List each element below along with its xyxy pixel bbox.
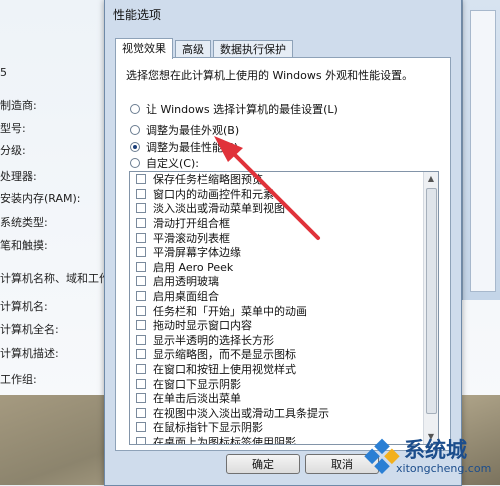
effect-label: 平滑屏幕字体边缘: [153, 246, 241, 260]
effect-checkbox[interactable]: [136, 188, 146, 199]
radio-best-appearance[interactable]: 调整为最佳外观(B): [130, 122, 239, 138]
effect-checkbox[interactable]: [136, 276, 146, 287]
effect-label: 淡入淡出或滑动菜单到视图: [153, 202, 285, 216]
background-label: 笔和触摸:: [0, 239, 48, 252]
effect-list-item[interactable]: 启用 Aero Peek: [130, 260, 422, 275]
effect-label: 显示半透明的选择长方形: [153, 333, 274, 347]
ok-button[interactable]: 确定: [226, 454, 300, 474]
effect-list-item[interactable]: 显示缩略图，而不是显示图标: [130, 347, 422, 362]
effect-checkbox[interactable]: [136, 364, 146, 375]
radio-label: 让 Windows 选择计算机的最佳设置(L): [146, 103, 338, 116]
effect-label: 启用桌面组合: [153, 290, 219, 304]
effect-list-item[interactable]: 滑动打开组合框: [130, 216, 422, 231]
effect-list-item[interactable]: 保存任务栏缩略图预览: [130, 172, 422, 187]
effect-label: 平滑滚动列表框: [153, 231, 230, 245]
radio-button[interactable]: [130, 104, 140, 114]
watermark-url: xitongcheng.com: [396, 462, 492, 475]
effect-list-item[interactable]: 任务栏和「开始」菜单中的动画: [130, 303, 422, 318]
effect-list-item[interactable]: 显示半透明的选择长方形: [130, 333, 422, 348]
effect-label: 在窗口和按钮上使用视觉样式: [153, 363, 296, 377]
effect-checkbox[interactable]: [136, 349, 146, 360]
effect-checkbox[interactable]: [136, 407, 146, 418]
radio-custom[interactable]: 自定义(C):: [130, 155, 199, 171]
effect-list-item[interactable]: 平滑屏幕字体边缘: [130, 245, 422, 260]
radio-button[interactable]: [130, 158, 140, 168]
background-label: 5: [0, 66, 7, 79]
background-label: 系统类型:: [0, 216, 48, 229]
effect-label: 启用 Aero Peek: [153, 260, 234, 274]
background-label: 计算机描述:: [0, 347, 59, 360]
effect-label: 启用透明玻璃: [153, 275, 219, 289]
watermark-brand: 系统城: [404, 438, 467, 462]
effect-list-item[interactable]: 淡入淡出或滑动菜单到视图: [130, 201, 422, 216]
radio-button[interactable]: [130, 125, 140, 135]
background-label: 计算机名:: [0, 300, 48, 313]
background-label: 分级:: [0, 144, 26, 157]
effect-label: 显示缩略图，而不是显示图标: [153, 348, 296, 362]
background-label: 制造商:: [0, 99, 37, 112]
effect-list-item[interactable]: 在单击后淡出菜单: [130, 391, 422, 406]
scroll-up-icon[interactable]: ▲: [424, 172, 438, 186]
dialog-title: 性能选项: [113, 8, 162, 22]
effect-checkbox[interactable]: [136, 261, 146, 272]
effect-checkbox[interactable]: [136, 334, 146, 345]
effect-label: 在窗口下显示阴影: [153, 377, 241, 391]
background-label: 型号:: [0, 122, 26, 135]
effect-checkbox[interactable]: [136, 247, 146, 258]
radio-best-performance[interactable]: 调整为最佳性能(P): [130, 139, 238, 155]
effect-label: 在鼠标指针下显示阴影: [153, 421, 263, 435]
effect-label: 在桌面上为图标标签使用阴影: [153, 435, 296, 445]
radio-label: 自定义(C):: [146, 157, 199, 170]
effect-checkbox[interactable]: [136, 378, 146, 389]
settings-description: 选择您想在此计算机上使用的 Windows 外观和性能设置。: [126, 69, 414, 82]
background-label: 计算机名称、域和工作组: [0, 272, 121, 285]
effect-checkbox[interactable]: [136, 174, 146, 185]
scroll-thumb[interactable]: [426, 188, 437, 414]
effect-label: 任务栏和「开始」菜单中的动画: [153, 304, 307, 318]
radio-button-selected[interactable]: [130, 142, 140, 152]
effect-checkbox[interactable]: [136, 218, 146, 229]
effect-label: 窗口内的动画控件和元素: [153, 187, 274, 201]
effect-label: 在视图中淡入淡出或滑动工具条提示: [153, 406, 329, 420]
effect-list-item[interactable]: 平滑滚动列表框: [130, 230, 422, 245]
effect-label: 保存任务栏缩略图预览: [153, 173, 263, 187]
effect-checkbox[interactable]: [136, 291, 146, 302]
performance-options-dialog: 性能选项 视觉效果 高级 数据执行保护 选择您想在此计算机上使用的 Window…: [104, 0, 462, 486]
effect-checkbox[interactable]: [136, 422, 146, 433]
radio-label: 调整为最佳性能(P): [146, 141, 239, 154]
effect-label: 拖动时显示窗口内容: [153, 319, 252, 333]
vertical-scrollbar[interactable]: ▲ ▼: [423, 172, 438, 444]
effect-checkbox[interactable]: [136, 232, 146, 243]
background-window-content: [470, 10, 496, 292]
effect-checkbox[interactable]: [136, 436, 146, 444]
effects-items: 保存任务栏缩略图预览 窗口内的动画控件和元素 淡入淡出或滑动菜单到视图 滑动打开组合框…: [130, 172, 422, 445]
effect-label: 滑动打开组合框: [153, 217, 230, 231]
effect-checkbox[interactable]: [136, 393, 146, 404]
effect-list-item[interactable]: 在视图中淡入淡出或滑动工具条提示: [130, 406, 422, 421]
background-label: 计算机全名:: [0, 323, 59, 336]
background-label: 安装内存(RAM):: [0, 192, 81, 205]
effect-list-item[interactable]: 窗口内的动画控件和元素: [130, 187, 422, 202]
visual-effects-panel: 选择您想在此计算机上使用的 Windows 外观和性能设置。 让 Windows…: [115, 57, 451, 451]
tab-bar: 视觉效果 高级 数据执行保护: [115, 38, 295, 59]
background-label: 工作组:: [0, 373, 37, 386]
visual-effects-list[interactable]: 保存任务栏缩略图预览 窗口内的动画控件和元素 淡入淡出或滑动菜单到视图 滑动打开组合框…: [129, 171, 439, 445]
effect-list-item[interactable]: 启用桌面组合: [130, 289, 422, 304]
tab-visual-effects[interactable]: 视觉效果: [115, 38, 173, 59]
effect-list-item[interactable]: 在窗口和按钮上使用视觉样式: [130, 362, 422, 377]
radio-let-windows-choose[interactable]: 让 Windows 选择计算机的最佳设置(L): [130, 101, 338, 117]
effect-list-item[interactable]: 在窗口下显示阴影: [130, 376, 422, 391]
effect-list-item[interactable]: 拖动时显示窗口内容: [130, 318, 422, 333]
effect-list-item[interactable]: 启用透明玻璃: [130, 274, 422, 289]
background-label: 处理器:: [0, 170, 37, 183]
effect-checkbox[interactable]: [136, 203, 146, 214]
radio-label: 调整为最佳外观(B): [146, 124, 240, 137]
effect-checkbox[interactable]: [136, 320, 146, 331]
effect-checkbox[interactable]: [136, 305, 146, 316]
effect-label: 在单击后淡出菜单: [153, 392, 241, 406]
